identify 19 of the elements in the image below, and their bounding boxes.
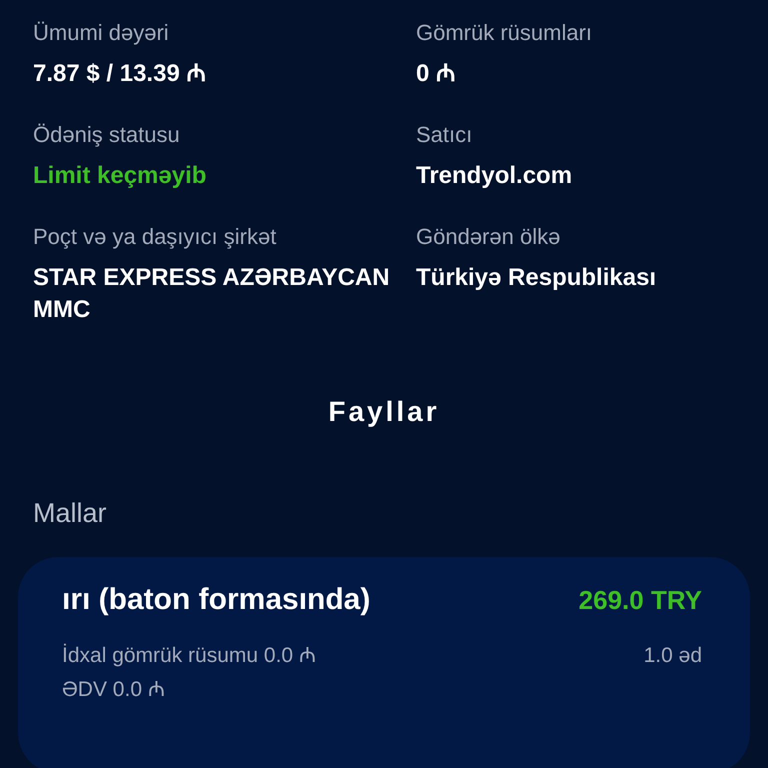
field-value: Trendyol.com (416, 161, 574, 191)
vat-text: ƏDV 0.0 ₼ (62, 677, 166, 703)
duty-text: İdxal gömrük rüsumu 0.0 ₼ (62, 642, 316, 669)
section-heading[interactable]: Fayllar (0, 396, 768, 428)
field-label: Gömrük rüsumları (416, 19, 594, 47)
field-value: 7.87 $ / 13.39 ₼ (33, 59, 206, 89)
field-label: Satıcı (416, 121, 474, 149)
field-value: Limit keçməyib (33, 161, 208, 191)
field-label: Ödəniş statusu (33, 121, 181, 149)
field-value: STAR EXPRESS AZƏRBAYCAN MMC (33, 263, 391, 325)
field-label: Göndərən ölkə (416, 223, 562, 251)
field-label: Ümumi dəyəri (33, 19, 170, 47)
section-heading: Mallar (33, 498, 108, 529)
field-value: 0 ₼ (416, 59, 456, 89)
field-label: Poçt və ya daşıyıcı şirkət (33, 223, 278, 251)
goods-price: 269.0 TRY (578, 584, 702, 616)
quantity-text: 1.0 əd (644, 643, 702, 669)
field-value: Türkiyə Respublikası (416, 263, 658, 293)
goods-name: ırı (baton formasında) (62, 583, 370, 617)
